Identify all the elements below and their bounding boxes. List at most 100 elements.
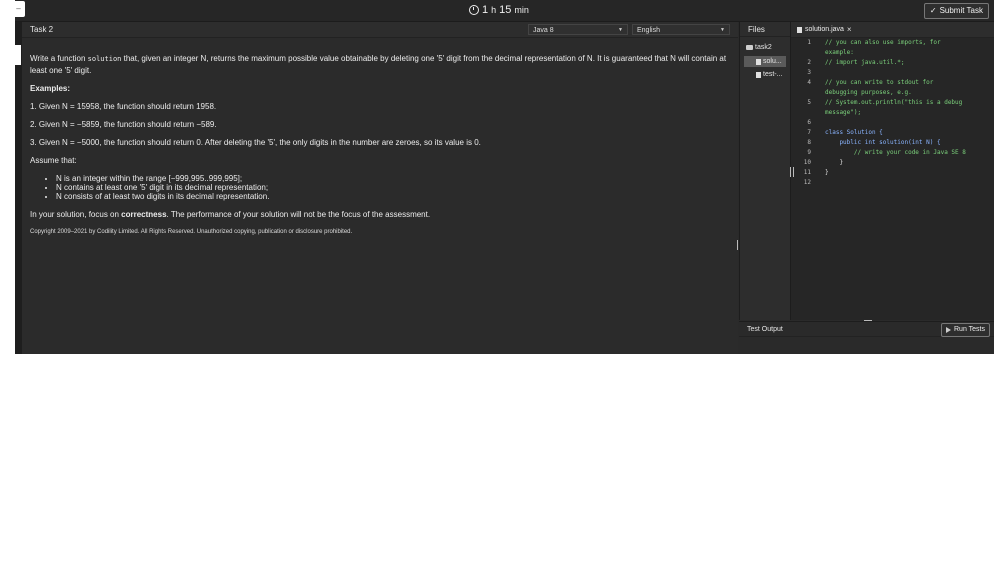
example-1: 1. Given N = 15958, the function should … — [30, 102, 217, 111]
timer-hours: 1 — [482, 4, 489, 16]
file-icon — [756, 58, 761, 65]
line-number: 11 — [803, 169, 811, 176]
file-test[interactable]: test-... — [756, 71, 782, 78]
files-pane: Files task2 solu... test-... — [739, 22, 791, 320]
code-editor-pane: solution.java × 1 // you can also use imp… — [790, 22, 994, 320]
timer: 1h 15 min — [469, 4, 529, 16]
chevron-down-icon: ▼ — [720, 27, 725, 33]
code-line[interactable]: 5 // System.out.println("this is a debug — [791, 98, 994, 108]
language-select[interactable]: Java 8 ▼ — [528, 24, 628, 35]
side-panel-handle[interactable] — [15, 45, 21, 65]
statement-paragraph: Write a function solution that, given an… — [30, 53, 730, 76]
clock-icon — [469, 5, 479, 15]
list-item: N consists of at least two digits in its… — [56, 192, 730, 201]
code-text: } — [825, 159, 844, 166]
example-2: 2. Given N = −5859, the function should … — [30, 120, 217, 129]
code-text: debugging purposes, e.g. — [825, 89, 912, 96]
task-title: Task 2 — [30, 25, 54, 34]
code-line[interactable]: 3 — [791, 68, 994, 78]
chevron-down-icon: ▼ — [618, 27, 623, 33]
statement-text: that, given an integer N, returns the ma… — [30, 54, 727, 75]
assumptions-list: N is an integer within the range [−999,9… — [30, 174, 730, 201]
line-number: 3 — [807, 69, 811, 76]
code-line[interactable]: 4 // you can write to stdout for — [791, 78, 994, 88]
code-line[interactable]: 2 // import java.util.*; — [791, 58, 994, 68]
top-bar: – 1h 15 min ✓ Submit Task — [15, 0, 994, 22]
code-text: // write your code in Java SE 8 — [825, 149, 966, 156]
line-number: 8 — [807, 139, 811, 146]
line-number: 4 — [807, 79, 811, 86]
line-number: 5 — [807, 99, 811, 106]
folder-label: task2 — [755, 44, 772, 51]
run-tests-label: Run Tests — [954, 326, 985, 333]
code-text: class Solution { — [825, 129, 883, 136]
editor-tab-bar: solution.java × — [791, 22, 994, 38]
line-number: 1 — [807, 39, 811, 46]
locale-select[interactable]: English ▼ — [632, 24, 730, 35]
tab-solution-java[interactable]: solution.java × — [797, 22, 852, 37]
locale-select-value: English — [637, 27, 660, 34]
focus-note: In your solution, focus on correctness. … — [30, 209, 730, 220]
submit-task-label: Submit Task — [939, 6, 983, 15]
list-item: N is an integer within the range [−999,9… — [56, 174, 730, 183]
code-text: example: — [825, 49, 854, 56]
task-statement: Write a function solution that, given an… — [30, 53, 730, 238]
code-text: // you can also use imports, for — [825, 39, 941, 46]
file-solution[interactable]: solu... — [744, 56, 786, 67]
code-text: } — [825, 169, 829, 176]
file-icon — [797, 26, 802, 33]
code-area[interactable]: 1 // you can also use imports, for example… — [791, 38, 994, 188]
timer-hours-unit: h — [491, 5, 497, 15]
code-line[interactable]: 6 — [791, 118, 994, 128]
submit-task-button[interactable]: ✓ Submit Task — [923, 3, 989, 19]
code-line[interactable]: 9 // write your code in Java SE 8 — [791, 148, 994, 158]
code-text: // import java.util.*; — [825, 59, 905, 66]
code-line[interactable]: example: — [791, 48, 994, 58]
code-line[interactable]: debugging purposes, e.g. — [791, 88, 994, 98]
folder-task2[interactable]: task2 — [746, 44, 772, 51]
task-description-pane: Task 2 Java 8 ▼ English ▼ Write a functi… — [22, 22, 738, 354]
line-number: 10 — [803, 159, 811, 166]
timer-minutes: 15 — [499, 4, 512, 16]
focus-text: . The performance of your solution will … — [166, 210, 431, 219]
file-label: solu... — [763, 58, 782, 65]
test-output-pane: Test Output Run Tests — [739, 321, 994, 354]
play-icon — [946, 327, 951, 333]
code-line[interactable]: 1 // you can also use imports, for — [791, 38, 994, 48]
code-line[interactable]: 11} — [791, 168, 994, 178]
app-window: – 1h 15 min ✓ Submit Task Task 2 Java 8 ▼… — [15, 0, 994, 354]
copyright-notice: Copyright 2009–2021 by Codility Limited.… — [30, 229, 353, 235]
statement-text: Write a function — [30, 54, 88, 63]
code-text: public int solution(int N) { — [825, 139, 941, 146]
tab-label: solution.java — [805, 26, 844, 33]
line-number: 6 — [807, 119, 811, 126]
function-name-code: solution — [87, 55, 122, 63]
assume-heading: Assume that: — [30, 156, 77, 165]
line-number: 2 — [807, 59, 811, 66]
timer-minutes-unit: min — [514, 5, 529, 15]
left-gutter — [15, 22, 22, 354]
folder-icon — [746, 45, 753, 50]
examples-heading: Examples: — [30, 84, 71, 93]
close-icon[interactable]: × — [847, 22, 852, 37]
checkmark-icon: ✓ — [929, 6, 937, 15]
files-header: Files — [740, 22, 791, 37]
code-line[interactable]: 10 } — [791, 158, 994, 168]
code-line[interactable]: message"); — [791, 108, 994, 118]
run-tests-button[interactable]: Run Tests — [941, 323, 990, 337]
example-3: 3. Given N = −5000, the function should … — [30, 138, 481, 147]
code-text: message"); — [825, 109, 862, 116]
code-text: // you can write to stdout for — [825, 79, 934, 86]
code-line[interactable]: 8 public int solution(int N) { — [791, 138, 994, 148]
editor-resize-handle[interactable] — [790, 167, 794, 177]
list-item: N contains at least one '5' digit in its… — [56, 183, 730, 192]
code-text: // System.out.println("this is a debug — [825, 99, 963, 106]
focus-emphasis: correctness — [121, 210, 167, 219]
code-line[interactable]: 7 class Solution { — [791, 128, 994, 138]
line-number: 12 — [803, 179, 811, 186]
code-line[interactable]: 12 — [791, 178, 994, 188]
language-select-value: Java 8 — [533, 27, 554, 34]
task-header: Task 2 Java 8 ▼ English ▼ — [22, 22, 738, 38]
menu-toggle-button[interactable]: – — [15, 1, 25, 17]
focus-text: In your solution, focus on — [30, 210, 122, 219]
